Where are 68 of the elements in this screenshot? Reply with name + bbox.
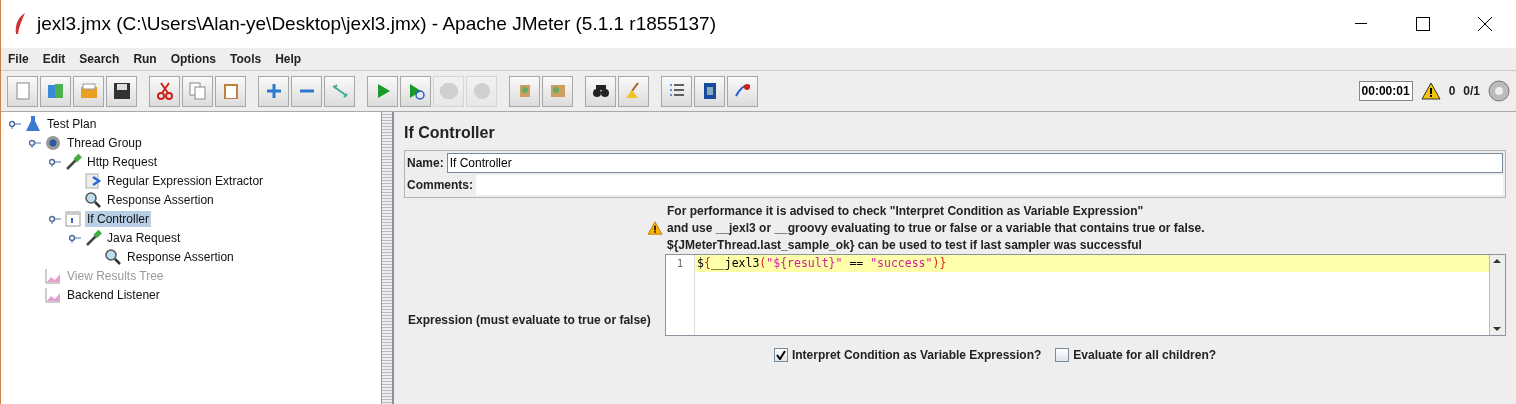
- menu-item[interactable]: Run: [133, 52, 157, 66]
- tree-handle-icon[interactable]: [49, 156, 61, 167]
- tree-item[interactable]: If Controller: [85, 210, 152, 227]
- feather-icon: [13, 12, 27, 36]
- scroll-down-icon[interactable]: [1493, 327, 1501, 331]
- elapsed-timer: 00:00:01: [1358, 81, 1413, 101]
- save-icon: [111, 81, 132, 101]
- splitter[interactable]: [382, 112, 394, 404]
- chart-icon: [44, 285, 62, 304]
- expression-editor[interactable]: 1 ${__jexl3("${result}" == "success")}: [665, 254, 1506, 336]
- stop-icon: [438, 81, 459, 101]
- window-title: jexl3.jmx (C:\Users\Alan-ye\Desktop\jexl3.jmx) - Apache JMeter (5.1.1 r1855137): [37, 13, 716, 35]
- option-checkbox[interactable]: Evaluate for all children?: [1055, 348, 1217, 362]
- tree-item[interactable]: Thread Group: [65, 134, 144, 151]
- toolbar-button[interactable]: [585, 75, 616, 107]
- tree-handle-icon[interactable]: [29, 137, 41, 148]
- tree-item[interactable]: Test Plan: [45, 115, 99, 132]
- gear-icon: [44, 133, 62, 152]
- remote-status-icon: [1488, 80, 1510, 102]
- toolbar-button[interactable]: [694, 75, 725, 107]
- minimize-icon[interactable]: [1355, 23, 1367, 25]
- tree-item[interactable]: Response Assertion: [105, 191, 216, 208]
- pipette-icon: [84, 228, 102, 247]
- tree-item[interactable]: Http Request: [85, 153, 160, 170]
- cut-icon: [154, 81, 175, 101]
- toolbar-button[interactable]: [106, 75, 137, 107]
- tree-handle-icon[interactable]: [9, 118, 21, 129]
- menu-item[interactable]: Search: [79, 52, 120, 66]
- scrollbar[interactable]: [1489, 255, 1505, 335]
- tree-handle-icon[interactable]: [49, 213, 61, 224]
- line-number: 1: [677, 258, 683, 269]
- copy-icon: [187, 81, 208, 101]
- menu-item[interactable]: Tools: [230, 52, 262, 66]
- name-field[interactable]: If Controller: [446, 153, 1503, 173]
- option-checkbox[interactable]: Interpret Condition as Variable Expression?: [773, 348, 1042, 362]
- menu-item[interactable]: Help: [275, 52, 302, 66]
- checkmark-icon: [775, 350, 786, 360]
- window-icon: [64, 209, 82, 228]
- warning-count: 0: [1448, 84, 1456, 98]
- menu-item[interactable]: Options: [170, 52, 217, 66]
- field-label: Name:: [407, 156, 444, 170]
- close-icon[interactable]: [1478, 17, 1492, 31]
- flask-icon: [24, 114, 42, 133]
- expression-label: Expression (must evaluate to true or false): [408, 313, 651, 327]
- templates-icon: [45, 81, 66, 101]
- chart-icon: [44, 266, 62, 285]
- warning-icon: [647, 221, 663, 235]
- tree-handle-icon[interactable]: [69, 232, 81, 243]
- thread-count: 0/1: [1463, 84, 1480, 98]
- warning-icon: [1420, 82, 1441, 100]
- scroll-up-icon[interactable]: [1493, 259, 1501, 263]
- menu-item[interactable]: File: [8, 52, 29, 66]
- shutdown-icon: [471, 81, 492, 101]
- magnifier-icon: [104, 247, 122, 266]
- advice-text: ${JMeterThread.last_sample_ok} can be used to test if last sampler was successful: [667, 238, 1143, 252]
- open-icon: [78, 81, 99, 101]
- menu-item[interactable]: Edit: [42, 52, 66, 66]
- tree-item[interactable]: Response Assertion: [125, 248, 236, 265]
- advice-text: For performance it is advised to check "Interpret Condition as Variable Expression": [667, 204, 1145, 218]
- panel-title: If Controller: [404, 124, 496, 142]
- tree-item[interactable]: Java Request: [105, 229, 183, 246]
- magnifier-icon: [84, 190, 102, 209]
- maximize-icon[interactable]: [1416, 17, 1430, 31]
- advice-text: and use __jexl3 or __groovy evaluating to true or false or a variable that contains true or false.: [667, 221, 1205, 235]
- field-label: Comments:: [407, 178, 473, 192]
- tree-item[interactable]: Regular Expression Extractor: [105, 172, 266, 189]
- tree-item[interactable]: Backend Listener: [65, 286, 162, 303]
- pipette-icon: [64, 152, 82, 171]
